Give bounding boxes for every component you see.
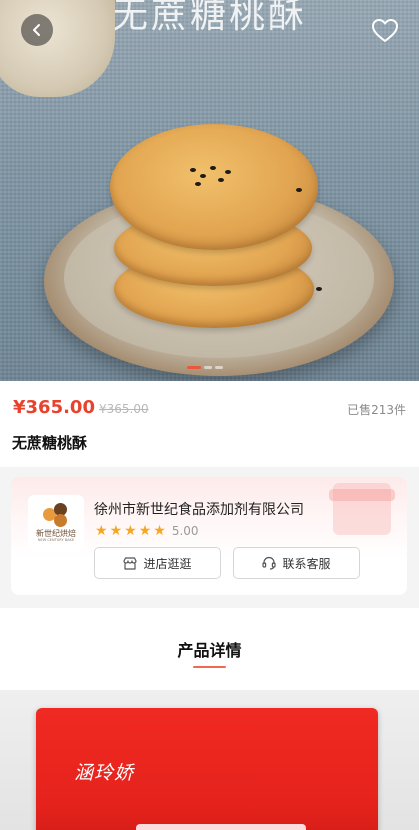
carousel-dot: [215, 366, 223, 369]
detail-title: 产品详情: [177, 641, 242, 660]
product-title: 无蔗糖桃酥: [12, 434, 88, 452]
sesame-seed: [316, 287, 322, 291]
sesame-seed: [225, 170, 231, 174]
original-price: ¥365.00: [99, 402, 149, 416]
shop-card: 新世纪烘焙 NEW CENTURY BAKE 徐州市新世纪食品添加剂有限公司 ★…: [11, 477, 407, 595]
logo-mark: [43, 503, 69, 528]
visit-store-button[interactable]: 进店逛逛: [94, 547, 221, 579]
current-price: ¥365.00: [13, 397, 95, 418]
favorite-button[interactable]: [369, 16, 401, 46]
product-package: 涵玲娇: [36, 708, 378, 830]
star-icon: ★: [109, 523, 123, 539]
chevron-left-icon: [33, 24, 40, 36]
sesame-seed: [296, 188, 302, 192]
store-icon: [123, 556, 138, 570]
star-icon: ★: [138, 523, 152, 539]
package-brand-text: 涵玲娇: [74, 762, 135, 784]
logo-name: 新世纪烘焙: [36, 529, 76, 539]
contact-service-button[interactable]: 联系客服: [233, 547, 360, 579]
rating-value: 5.00: [171, 524, 199, 538]
sesame-seed: [195, 182, 201, 186]
detail-title-underline: [193, 666, 226, 668]
back-button[interactable]: [21, 14, 53, 46]
visit-store-label: 进店逛逛: [143, 556, 192, 571]
product-detail-image: 涵玲娇: [0, 690, 419, 830]
star-icon: ★: [95, 523, 108, 539]
contact-service-label: 联系客服: [282, 556, 331, 571]
logo-english-name: NEW CENTURY BAKE: [37, 538, 75, 543]
shop-decoration-icon: [329, 483, 395, 535]
sesame-seed: [210, 166, 216, 170]
sesame-seed: [190, 168, 196, 172]
sold-count: 已售213件: [347, 403, 406, 417]
star-icon: ★: [124, 523, 137, 539]
product-image-carousel[interactable]: 无蔗糖桃酥: [0, 0, 419, 381]
shop-name[interactable]: 徐州市新世纪食品添加剂有限公司: [94, 499, 304, 519]
cookie-top: [110, 124, 318, 250]
headset-icon: [262, 556, 277, 570]
shop-logo[interactable]: 新世纪烘焙 NEW CENTURY BAKE: [28, 495, 84, 551]
shop-rating: ★ ★ ★ ★ ★ 5.00: [95, 524, 199, 538]
package-label-bar: [136, 824, 306, 830]
sesame-seed: [218, 178, 224, 182]
carousel-dot-active: [187, 366, 201, 369]
carousel-dot: [204, 366, 212, 369]
product-detail-section: 产品详情 涵玲娇: [0, 608, 419, 830]
star-icon: ★: [153, 523, 166, 539]
sesame-seed: [200, 174, 206, 178]
price-section: ¥365.00 ¥365.00 已售213件 无蔗糖桃酥: [0, 381, 419, 467]
heart-outline-icon: [372, 19, 398, 42]
carousel-indicator: [187, 366, 223, 369]
